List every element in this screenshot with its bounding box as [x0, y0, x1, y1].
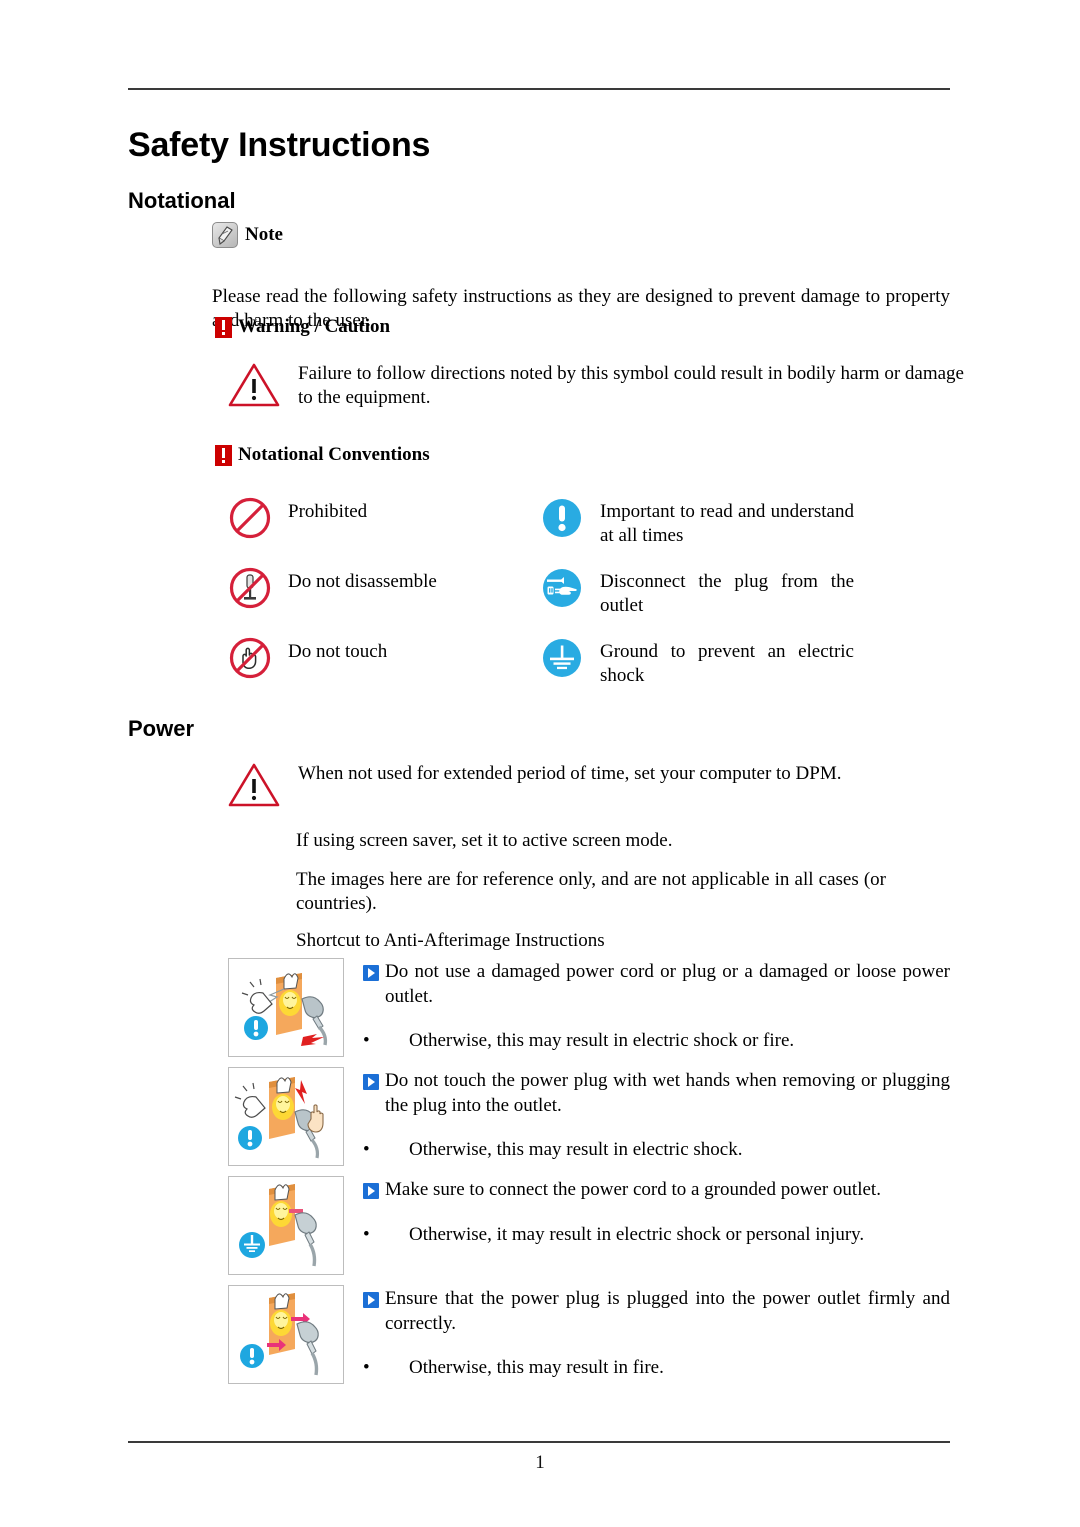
- note-callout: Note: [212, 222, 283, 248]
- warning-sub-text: Otherwise, this may result in electric s…: [409, 1139, 743, 1161]
- warning-main-line: Make sure to connect the power cord to a…: [363, 1178, 950, 1203]
- warning-caution-label: Warning / Caution: [238, 316, 391, 337]
- bullet-dot: •: [363, 1139, 370, 1161]
- warning-sub-text: Otherwise, this may result in fire.: [409, 1357, 664, 1379]
- power-paragraph-1: When not used for extended period of tim…: [298, 763, 842, 784]
- warning-sub-line: • Otherwise, this may result in fire.: [363, 1357, 950, 1379]
- note-label: Note: [245, 224, 283, 245]
- warning-main-text: Ensure that the power plug is plugged in…: [385, 1288, 950, 1334]
- power-caution-row: When not used for extended period of tim…: [228, 762, 964, 808]
- convention-important-read: Important to read and understand at all …: [540, 496, 950, 566]
- do-not-touch-icon: [228, 636, 272, 680]
- warning-body: Do not touch the power plug with wet han…: [363, 1067, 950, 1161]
- caution-triangle-row: Failure to follow directions noted by th…: [228, 362, 964, 411]
- wet-hands-plug-illustration: [228, 1067, 344, 1166]
- warning-item: Ensure that the power plug is plugged in…: [228, 1285, 950, 1384]
- warning-item: Do not touch the power plug with wet han…: [228, 1067, 950, 1166]
- footer-rule: [128, 1441, 950, 1443]
- document-page: Safety Instructions Notational Note Plea…: [0, 0, 1080, 1527]
- plug-firmly-illustration: [228, 1285, 344, 1384]
- convention-label: Disconnect the plug from the outlet: [600, 571, 854, 616]
- convention-do-not-disassemble: Do not disassemble: [228, 566, 540, 636]
- bullet-dot: •: [363, 1357, 370, 1379]
- convention-prohibited: Prohibited: [228, 496, 540, 566]
- convention-ground: Ground to prevent an electric shock: [540, 636, 950, 706]
- note-pen-icon: [212, 222, 238, 248]
- convention-disconnect-plug: Disconnect the plug from the outlet: [540, 566, 950, 636]
- warning-main-line: Do not touch the power plug with wet han…: [363, 1069, 950, 1118]
- do-not-disassemble-icon: [228, 566, 272, 610]
- warning-body: Make sure to connect the power cord to a…: [363, 1176, 950, 1246]
- grounded-outlet-illustration: [228, 1176, 344, 1275]
- convention-label: Prohibited: [288, 501, 368, 522]
- caution-text: Failure to follow directions noted by th…: [298, 363, 964, 409]
- blue-arrow-bullet-icon: [363, 965, 379, 981]
- warning-item: Do not use a damaged power cord or plug …: [228, 958, 950, 1057]
- notational-conventions-label: Notational Conventions: [238, 444, 430, 465]
- notational-conventions-heading: Notational Conventions: [215, 444, 430, 466]
- blue-arrow-bullet-icon: [363, 1292, 379, 1308]
- convention-label: Do not touch: [288, 641, 388, 662]
- warning-sub-text: Otherwise, it may result in electric sho…: [409, 1223, 865, 1245]
- power-warning-list: Do not use a damaged power cord or plug …: [228, 958, 950, 1394]
- warning-main-text: Do not touch the power plug with wet han…: [385, 1070, 950, 1116]
- warning-item: Make sure to connect the power cord to a…: [228, 1176, 950, 1275]
- blue-arrow-bullet-icon: [363, 1183, 379, 1199]
- header-rule: [128, 88, 950, 90]
- page-number: 1: [535, 1452, 545, 1473]
- warning-main-line: Ensure that the power plug is plugged in…: [363, 1287, 950, 1336]
- convention-do-not-touch: Do not touch: [228, 636, 540, 706]
- section-heading-notational: Notational: [128, 188, 236, 213]
- bullet-dot: •: [363, 1223, 370, 1245]
- damaged-power-cord-illustration: [228, 958, 344, 1057]
- warning-body: Ensure that the power plug is plugged in…: [363, 1285, 950, 1379]
- disconnect-plug-icon: [540, 566, 584, 610]
- prohibited-icon: [228, 496, 272, 540]
- warning-triangle-icon: [228, 362, 280, 408]
- page-title: Safety Instructions: [128, 126, 431, 164]
- convention-label: Important to read and understand at all …: [600, 501, 854, 546]
- warning-main-text: Make sure to connect the power cord to a…: [385, 1179, 881, 1200]
- important-read-icon: [540, 496, 584, 540]
- warning-main-line: Do not use a damaged power cord or plug …: [363, 960, 950, 1009]
- bullet-dot: •: [363, 1030, 370, 1052]
- power-paragraph-3: The images here are for reference only, …: [296, 869, 886, 915]
- warning-triangle-icon: [228, 762, 280, 808]
- warning-caution-heading: Warning / Caution: [215, 316, 390, 338]
- warning-main-text: Do not use a damaged power cord or plug …: [385, 961, 950, 1007]
- ground-icon: [540, 636, 584, 680]
- convention-label: Ground to prevent an electric shock: [600, 641, 854, 686]
- convention-label: Do not disassemble: [288, 571, 437, 592]
- power-paragraph-2: If using screen saver, set it to active …: [296, 830, 673, 851]
- warning-sub-text: Otherwise, this may result in electric s…: [409, 1030, 795, 1052]
- red-exclamation-icon: [215, 316, 232, 338]
- blue-arrow-bullet-icon: [363, 1074, 379, 1090]
- warning-sub-line: • Otherwise, this may result in electric…: [363, 1030, 950, 1052]
- power-paragraph-4: Shortcut to Anti-Afterimage Instructions: [296, 930, 605, 951]
- red-exclamation-icon: [215, 444, 232, 466]
- warning-body: Do not use a damaged power cord or plug …: [363, 958, 950, 1052]
- notational-conventions-grid: Prohibited Important to read and underst…: [228, 496, 950, 706]
- warning-sub-line: • Otherwise, it may result in electric s…: [363, 1224, 950, 1246]
- section-heading-power: Power: [128, 716, 195, 741]
- warning-sub-line: • Otherwise, this may result in electric…: [363, 1139, 950, 1161]
